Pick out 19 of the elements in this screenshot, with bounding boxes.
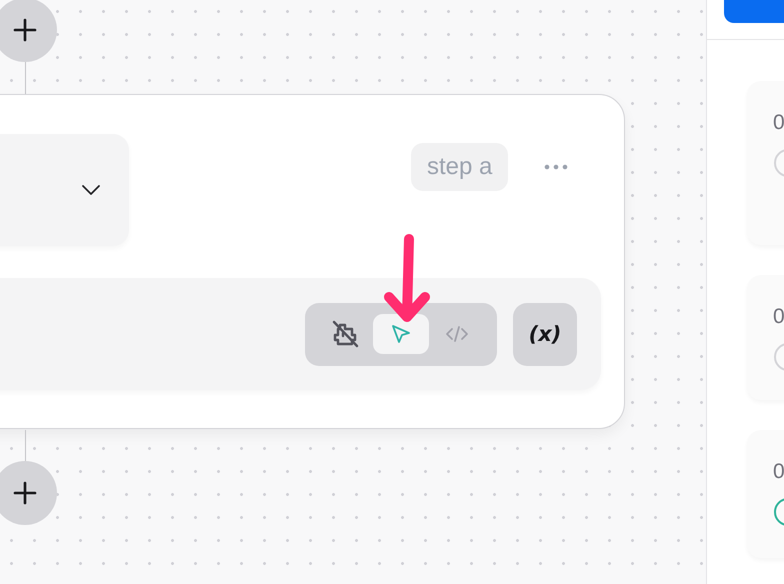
card-label: 0 (773, 111, 784, 135)
plus-icon (13, 18, 37, 42)
add-step-button[interactable] (0, 0, 57, 62)
cursor-icon (390, 323, 412, 345)
mode-tab[interactable] (373, 314, 429, 354)
add-step-button[interactable] (0, 461, 57, 525)
robot-off-icon (330, 319, 360, 349)
variable-button[interactable]: (x) (513, 302, 577, 366)
chevron-down-icon (81, 184, 101, 196)
plus-icon (13, 481, 37, 505)
code-icon (445, 324, 469, 344)
card-label: 0 (773, 460, 784, 484)
run-card[interactable]: 0 (747, 430, 784, 558)
more-icon (544, 164, 568, 170)
step-label: step a (411, 143, 508, 191)
run-card[interactable]: 0 (747, 81, 784, 245)
card-label: 0 (773, 305, 784, 329)
arrow-annotation-icon (381, 233, 433, 323)
run-card[interactable]: 0 (747, 275, 784, 400)
